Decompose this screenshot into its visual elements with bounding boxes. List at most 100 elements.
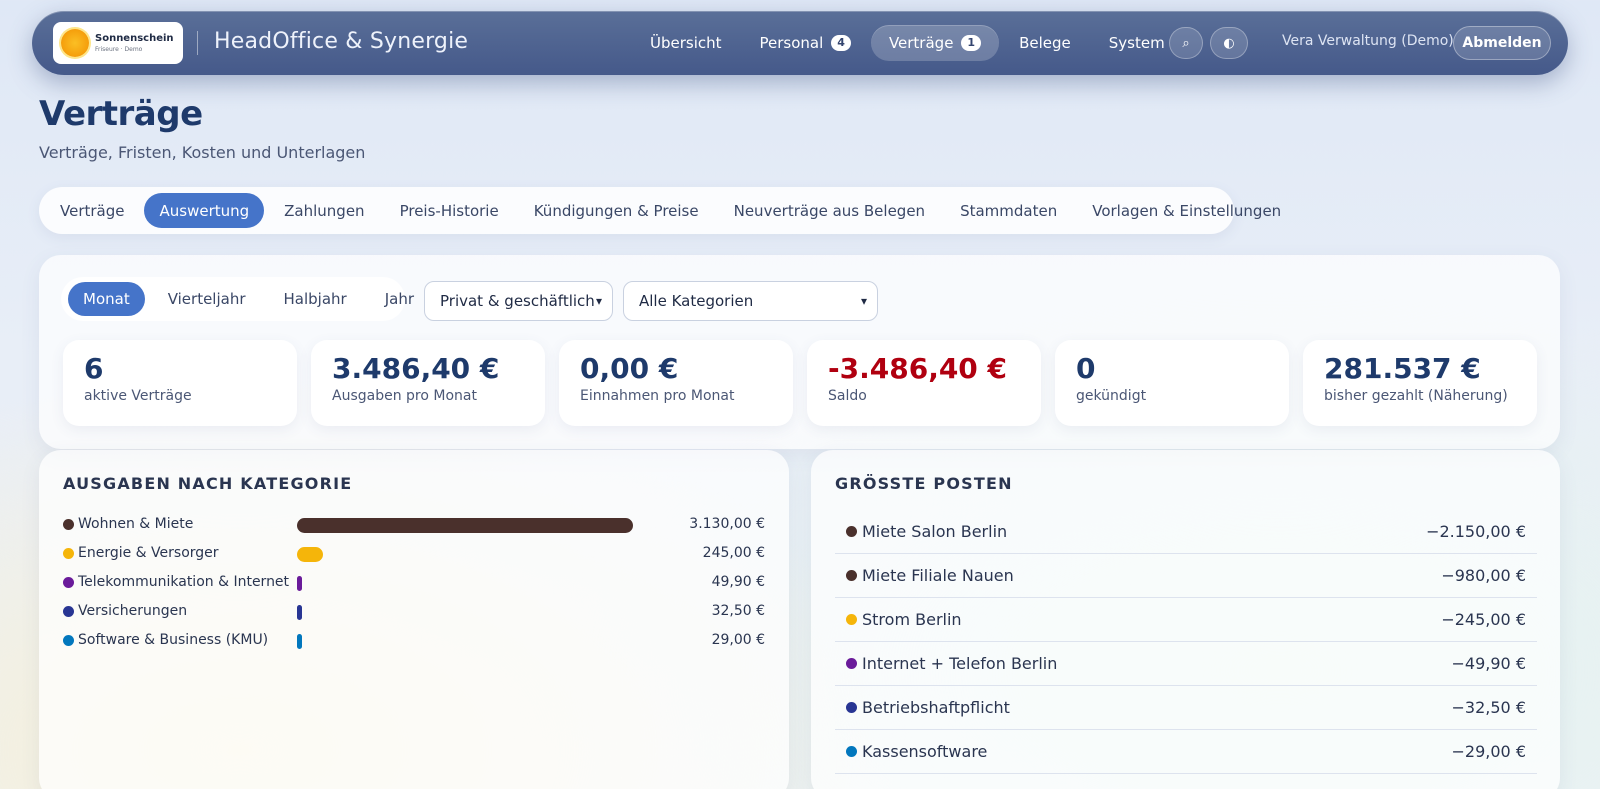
logout-button[interactable]: Abmelden	[1453, 26, 1551, 60]
nav-label: Belege	[1019, 34, 1071, 52]
kpi-value: 3.486,40 €	[332, 352, 500, 385]
item-amount: −245,00 €	[1441, 610, 1526, 629]
kpi-label: Einnahmen pro Monat	[580, 388, 735, 404]
tab-preis-historie[interactable]: Preis-Historie	[385, 193, 514, 228]
nav-label: Personal	[759, 34, 824, 52]
item-amount: −32,50 €	[1451, 698, 1526, 717]
category-color-dot	[846, 614, 857, 625]
kpi-expenses: 3.486,40 € Ausgaben pro Monat	[311, 340, 545, 426]
kpi-label: aktive Verträge	[84, 388, 192, 404]
category-color-dot	[63, 548, 74, 559]
category-row[interactable]: Wohnen & Miete 3.130,00 €	[63, 515, 765, 535]
nav-item-vertraege[interactable]: Verträge 1	[870, 25, 1000, 61]
category-color-dot	[846, 526, 857, 537]
count-badge: 1	[961, 35, 982, 51]
item-amount: −2.150,00 €	[1426, 522, 1526, 541]
period-selector: Monat Vierteljahr Halbjahr Jahr	[61, 277, 414, 321]
tab-stammdaten[interactable]: Stammdaten	[945, 193, 1072, 228]
category-bar	[297, 547, 323, 562]
category-label: Software & Business (KMU)	[78, 632, 269, 648]
category-color-dot	[63, 635, 74, 646]
tab-auswertung[interactable]: Auswertung	[144, 193, 265, 228]
kpi-label: bisher gezahlt (Näherung)	[1324, 388, 1508, 404]
item-label: Betriebshaftpflicht	[862, 698, 1010, 717]
nav-item-belege[interactable]: Belege	[1001, 25, 1089, 61]
category-row[interactable]: Telekommunikation & Internet 49,90 €	[63, 573, 765, 593]
category-value: 49,90 €	[711, 574, 765, 590]
nav-label: System	[1108, 34, 1165, 52]
kpi-income: 0,00 € Einnahmen pro Monat	[559, 340, 793, 426]
item-amount: −49,90 €	[1451, 654, 1526, 673]
logo-subtitle: Friseure · Demo	[95, 45, 143, 53]
largest-item-row[interactable]: Miete Filiale Nauen −980,00 €	[835, 554, 1537, 598]
app-logo[interactable]: Sonnenschein Friseure · Demo	[53, 22, 183, 64]
category-row[interactable]: Versicherungen 32,50 €	[63, 602, 765, 622]
category-bar	[297, 518, 633, 533]
kpi-value: 0,00 €	[580, 352, 679, 385]
scope-select[interactable]: Privat & geschäftlich ▾	[424, 281, 613, 321]
largest-item-row[interactable]: Miete Salon Berlin −2.150,00 €	[835, 510, 1537, 554]
card-title: GRÖSSTE POSTEN	[835, 474, 1013, 493]
tab-zahlungen[interactable]: Zahlungen	[269, 193, 379, 228]
category-color-dot	[846, 746, 857, 757]
nav-label: Übersicht	[650, 34, 722, 52]
subtab-bar: Verträge Auswertung Zahlungen Preis-Hist…	[39, 187, 1281, 234]
kpi-label: Saldo	[828, 388, 867, 404]
theme-toggle-button[interactable]: ◐	[1210, 27, 1248, 59]
period-quarter[interactable]: Vierteljahr	[153, 282, 261, 316]
period-year[interactable]: Jahr	[370, 282, 429, 316]
nav-label: Verträge	[888, 34, 954, 52]
nav-item-uebersicht[interactable]: Übersicht	[632, 25, 740, 61]
category-bar	[297, 634, 302, 649]
item-amount: −980,00 €	[1441, 566, 1526, 585]
category-value: 3.130,00 €	[689, 516, 765, 532]
filter-kpi-panel: Monat Vierteljahr Halbjahr Jahr Privat &…	[39, 255, 1560, 449]
chevron-down-icon: ▾	[595, 294, 602, 308]
logo-name: Sonnenschein	[95, 32, 174, 44]
count-badge: 4	[831, 35, 851, 51]
chevron-down-icon: ▾	[860, 294, 867, 308]
kpi-value: 281.537 €	[1324, 352, 1481, 385]
item-label: Kassensoftware	[862, 742, 988, 761]
scope-select-value: Privat & geschäftlich	[440, 292, 595, 310]
page-subtitle: Verträge, Fristen, Kosten und Unterlagen	[39, 143, 366, 162]
category-bar	[297, 605, 302, 620]
card-title: AUSGABEN NACH KATEGORIE	[63, 474, 353, 493]
largest-item-row[interactable]: Kassensoftware −29,00 €	[835, 730, 1537, 774]
nav-item-personal[interactable]: Personal 4	[742, 25, 869, 61]
item-label: Internet + Telefon Berlin	[862, 654, 1058, 673]
largest-item-row[interactable]: Strom Berlin −245,00 €	[835, 598, 1537, 642]
category-color-dot	[63, 577, 74, 588]
tab-vorlagen[interactable]: Vorlagen & Einstellungen	[1077, 193, 1296, 228]
kpi-value: -3.486,40 €	[828, 352, 1008, 385]
category-label: Energie & Versorger	[78, 545, 219, 561]
search-button[interactable]: ⌕	[1169, 27, 1203, 59]
category-value: 29,00 €	[711, 632, 765, 648]
category-color-dot	[846, 702, 857, 713]
category-label: Versicherungen	[78, 603, 188, 619]
category-label: Wohnen & Miete	[78, 516, 194, 532]
category-select[interactable]: Alle Kategorien ▾	[623, 281, 878, 321]
largest-item-row[interactable]: Internet + Telefon Berlin −49,90 €	[835, 642, 1537, 686]
expenses-by-category-card: AUSGABEN NACH KATEGORIE Wohnen & Miete 3.…	[39, 450, 789, 789]
period-halfyear[interactable]: Halbjahr	[269, 282, 362, 316]
category-value: 245,00 €	[702, 545, 765, 561]
period-month[interactable]: Monat	[68, 282, 145, 316]
largest-item-row[interactable]: Betriebshaftpflicht −32,50 €	[835, 686, 1537, 730]
tab-neuvertraege[interactable]: Neuverträge aus Belegen	[719, 193, 940, 228]
page-title: Verträge	[39, 94, 203, 134]
category-bar	[297, 576, 302, 591]
category-color-dot	[63, 519, 74, 530]
tab-kuendigungen-preise[interactable]: Kündigungen & Preise	[519, 193, 714, 228]
category-row[interactable]: Energie & Versorger 245,00 €	[63, 544, 765, 564]
item-label: Miete Salon Berlin	[862, 522, 1008, 541]
category-color-dot	[63, 606, 74, 617]
main-nav: Übersicht Personal 4 Verträge 1 Belege Sys…	[632, 25, 1185, 61]
item-label: Strom Berlin	[862, 610, 962, 629]
kpi-cancelled: 0 gekündigt	[1055, 340, 1289, 426]
category-row[interactable]: Software & Business (KMU) 29,00 €	[63, 631, 765, 651]
app-title: HeadOffice & Synergie	[214, 29, 469, 54]
top-navigation-bar: Sonnenschein Friseure · Demo HeadOffice …	[32, 11, 1568, 75]
tab-vertraege[interactable]: Verträge	[45, 193, 139, 228]
category-color-dot	[846, 570, 857, 581]
